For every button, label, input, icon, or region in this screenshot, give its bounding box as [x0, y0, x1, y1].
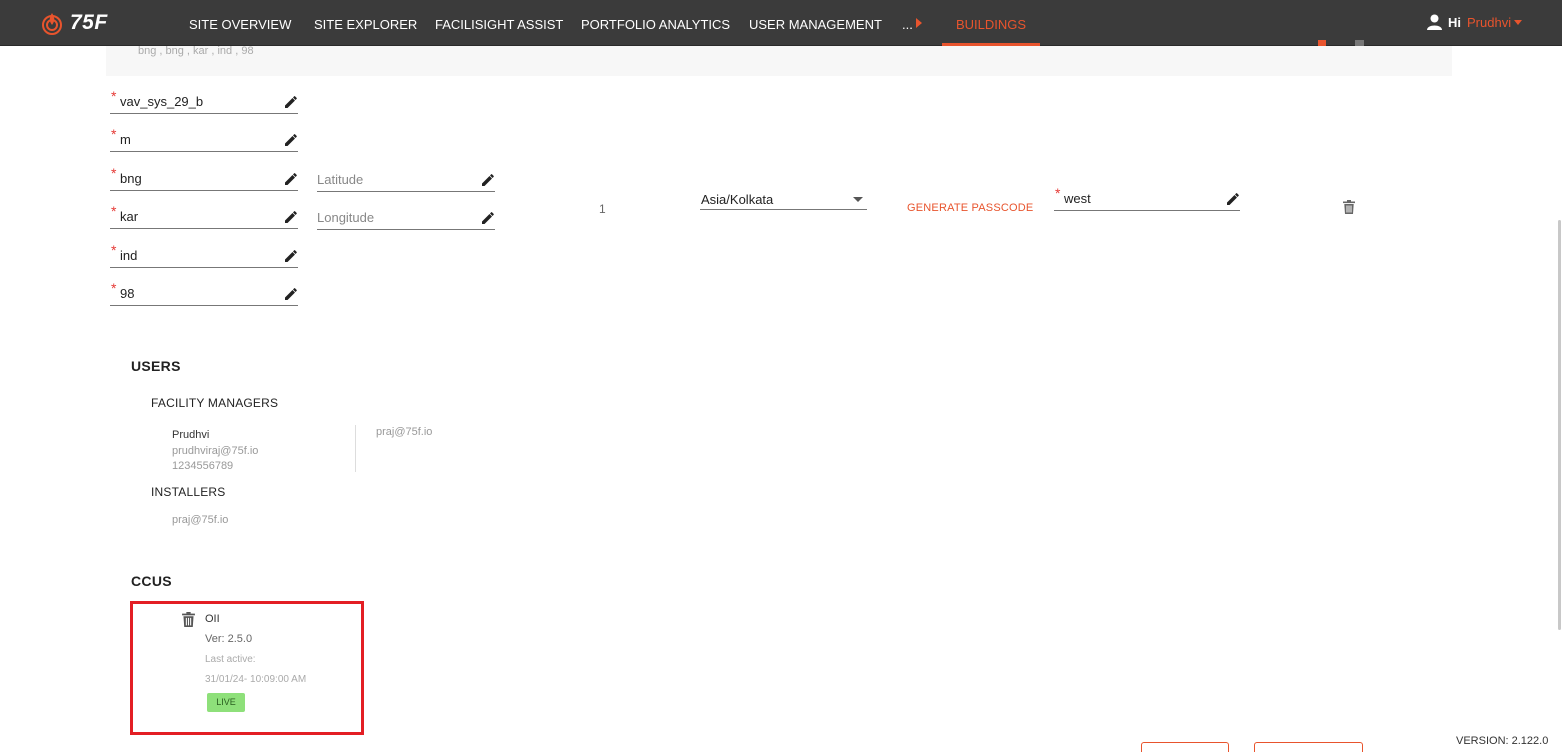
generate-passcode-link[interactable]: GENERATE PASSCODE [907, 202, 1033, 214]
ccu-status-badge: LIVE [207, 693, 245, 712]
chevron-down-icon [1514, 19, 1523, 25]
user-greeting: Hi [1448, 14, 1461, 30]
collapsed-site-address: bng , bng , kar , ind , 98 [138, 45, 254, 57]
facility-managers-title: FACILITY MANAGERS [151, 396, 279, 410]
logo-text: 75F [70, 11, 108, 34]
ccu-name: OII [205, 613, 220, 625]
manager-email: prudhviraj@75f.io [172, 445, 259, 457]
latitude-placeholder: Latitude [317, 172, 364, 187]
nav-site-explorer[interactable]: SITE EXPLORER [314, 0, 417, 46]
state-field[interactable]: * kar [110, 203, 298, 229]
collapsed-site-row[interactable]: bng , bng , kar , ind , 98 [106, 40, 1452, 76]
required-marker: * [111, 88, 117, 104]
required-marker: * [111, 203, 117, 219]
postal-code-value: 98 [120, 286, 135, 301]
pencil-icon[interactable] [1226, 192, 1240, 206]
delete-ccu-trash-icon[interactable] [182, 612, 195, 627]
app-version: VERSION: 2.122.0 [1456, 735, 1549, 747]
nav-site-overview[interactable]: SITE OVERVIEW [189, 0, 291, 46]
zone-name-value: west [1064, 191, 1091, 206]
pencil-icon[interactable] [284, 287, 298, 301]
ccu-last-active-label: Last active: [205, 654, 256, 665]
latitude-field[interactable]: Latitude [317, 170, 495, 192]
nav-more-label: ... [902, 17, 913, 32]
ccu-card-highlight [130, 601, 364, 735]
longitude-placeholder: Longitude [317, 210, 375, 225]
required-marker: * [111, 280, 117, 296]
nav-facilisight-assist[interactable]: FACILISIGHT ASSIST [435, 0, 563, 46]
manager-secondary-email: praj@75f.io [376, 426, 433, 438]
drop-logo-icon [42, 13, 62, 35]
scrollbar-thumb[interactable] [1558, 220, 1561, 630]
users-section-title: USERS [131, 358, 181, 374]
dropdown-caret-icon [853, 197, 863, 202]
manager-phone: 1234556789 [172, 460, 234, 472]
top-navigation-bar: 75F SITE OVERVIEW SITE EXPLORER FACILISI… [0, 0, 1562, 46]
ccu-version: Ver: 2.5.0 [205, 633, 253, 645]
timezone-value: Asia/Kolkata [701, 192, 774, 207]
street-field[interactable]: * m [110, 126, 298, 152]
ccu-last-active-time: 31/01/24- 10:09:00 AM [205, 674, 307, 685]
required-marker: * [111, 165, 117, 181]
nav-portfolio-analytics[interactable]: PORTFOLIO ANALYTICS [581, 0, 730, 46]
postal-code-field[interactable]: * 98 [110, 280, 298, 306]
zone-name-field[interactable]: * west [1054, 185, 1240, 211]
city-value: bng [120, 171, 142, 186]
ccus-section-title: CCUS [131, 573, 172, 589]
required-marker: * [1055, 185, 1061, 201]
manager-name: Prudhvi [172, 429, 210, 441]
nav-buildings[interactable]: BUILDINGS [942, 0, 1041, 46]
trash-icon[interactable] [1355, 40, 1364, 46]
divider [355, 425, 356, 472]
pencil-icon[interactable] [284, 210, 298, 224]
nav-user-management[interactable]: USER MANAGEMENT [749, 0, 882, 46]
pencil-icon[interactable] [284, 172, 298, 186]
pencil-icon[interactable] [284, 249, 298, 263]
country-field[interactable]: * ind [110, 242, 298, 268]
street-value: m [120, 132, 131, 147]
delete-site-trash-icon[interactable] [1343, 200, 1355, 214]
save-button[interactable] [1254, 742, 1363, 752]
ccu-count: 1 [599, 202, 606, 216]
user-menu[interactable]: Hi Prudhvi [1427, 14, 1523, 30]
pencil-icon[interactable] [284, 95, 298, 109]
timezone-select[interactable]: Asia/Kolkata [700, 191, 867, 210]
state-value: kar [120, 209, 139, 224]
edit-icon[interactable] [1318, 40, 1326, 46]
nav-more-menu[interactable]: ... [902, 0, 922, 46]
required-marker: * [111, 126, 117, 142]
longitude-field[interactable]: Longitude [317, 208, 495, 230]
user-icon [1427, 14, 1442, 30]
required-marker: * [111, 242, 117, 258]
pencil-icon[interactable] [284, 133, 298, 147]
brand-logo[interactable]: 75F [40, 11, 108, 35]
site-name-field[interactable]: * vav_sys_29_b [110, 88, 298, 114]
site-name-value: vav_sys_29_b [120, 94, 204, 109]
cancel-button[interactable] [1141, 742, 1229, 752]
user-name: Prudhvi [1467, 14, 1512, 30]
pencil-icon[interactable] [481, 211, 495, 225]
caret-right-icon [915, 18, 922, 28]
country-value: ind [120, 248, 138, 263]
pencil-icon[interactable] [481, 173, 495, 187]
installers-title: INSTALLERS [151, 485, 226, 499]
city-field[interactable]: * bng [110, 165, 298, 191]
installer-email: praj@75f.io [172, 514, 229, 526]
